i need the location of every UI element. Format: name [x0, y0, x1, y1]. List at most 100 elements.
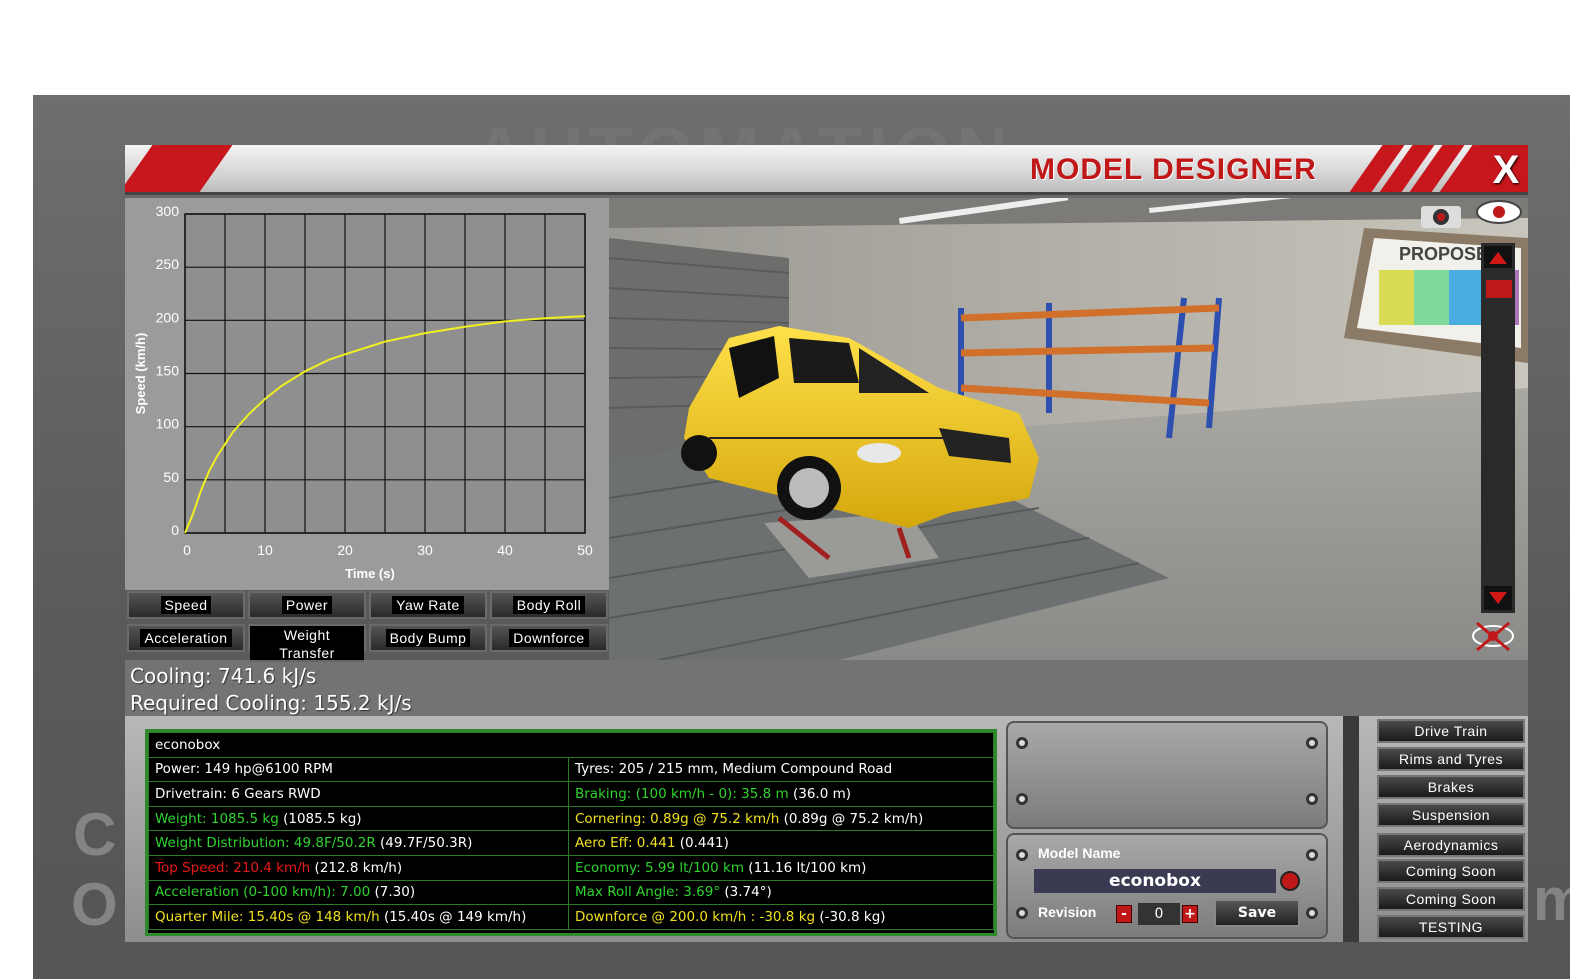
chart-button-power[interactable]: Power	[248, 591, 366, 619]
stat-cell-left: Weight: 1085.5 kg (1085.5 kg)	[148, 805, 569, 832]
background-letter-c: C	[73, 801, 117, 868]
stat-cell-left: Power: 149 hp@6100 RPM	[148, 756, 569, 783]
save-button[interactable]: Save	[1214, 899, 1300, 927]
required-cooling-value: Required Cooling: 155.2 kJ/s	[130, 691, 412, 715]
menu-coming-soon-button[interactable]: Coming Soon	[1377, 859, 1525, 883]
revision-decrement-button[interactable]: -	[1116, 905, 1132, 923]
menu-brakes-button[interactable]: Brakes	[1377, 775, 1525, 799]
chart-button-acceleration[interactable]: Acceleration	[127, 624, 245, 652]
menu-suspension-button[interactable]: Suspension	[1377, 803, 1525, 827]
stat-label: Braking: (100 km/h - 0): 35.8 m	[575, 785, 789, 802]
revision-increment-button[interactable]: +	[1182, 905, 1198, 923]
x-tick-label: 40	[497, 542, 513, 558]
stat-previous-value: (36.0 m)	[792, 785, 852, 802]
stat-cell-right: Braking: (100 km/h - 0): 35.8 m (36.0 m)	[568, 781, 994, 807]
stat-cell-left: Drivetrain: 6 Gears RWD	[148, 781, 569, 807]
background-letter-o: O	[71, 871, 118, 938]
bottom-panel: econobox Power: 149 hp@6100 RPM Tyres: 20…	[125, 716, 1528, 942]
camera-icon[interactable]	[1421, 206, 1461, 228]
background-letter-m: m	[1533, 866, 1570, 933]
model-designer-window: MODEL DESIGNER X PROPOSED 0 50 100 150 2…	[125, 145, 1528, 942]
stat-label: Downforce @ 200.0 km/h : -30.8 kg	[575, 908, 816, 925]
stat-label: Top Speed: 210.4 km/h	[155, 859, 311, 876]
chart-button-label: Body Roll	[512, 596, 586, 614]
chart-button-label: Weight Transfer	[250, 626, 364, 662]
stat-previous-value: (49.7F/50.3R)	[380, 835, 473, 852]
chart-button-label: Acceleration	[140, 629, 232, 647]
y-tick-label: 0	[171, 522, 179, 538]
model-info-panel: Model Name econobox Revision - 0 + Save	[1006, 721, 1336, 939]
window-title: MODEL DESIGNER	[1030, 153, 1317, 186]
chart-button-weight-transfer[interactable]: Weight Transfer	[248, 624, 366, 662]
stat-cell-left: Top Speed: 210.4 km/h (212.8 km/h)	[148, 854, 569, 881]
info-plate	[1006, 721, 1328, 829]
close-button[interactable]: X	[1487, 148, 1525, 192]
title-bar: MODEL DESIGNER X	[125, 145, 1528, 195]
component-menu: Drive Train Rims and Tyres Brakes Suspensio…	[1365, 716, 1528, 942]
stat-label: Acceleration (0-100 km/h): 7.00	[155, 884, 371, 901]
stat-cell-right: Tyres: 205 / 215 mm, Medium Compound Roa…	[568, 756, 994, 783]
y-tick-label: 250	[156, 256, 180, 272]
refresh-name-icon[interactable]	[1280, 871, 1300, 891]
menu-testing-button[interactable]: TESTING	[1377, 915, 1525, 939]
chart-button-label: Power	[281, 596, 333, 614]
model-name-plate: Model Name econobox Revision - 0 + Save	[1006, 833, 1328, 939]
stat-label: Weight Distribution: 49.8F/50.2R	[155, 835, 376, 852]
stats-model-name: econobox	[148, 732, 994, 758]
stat-previous-value: (7.30)	[374, 884, 416, 901]
stat-label: Weight: 1085.5 kg	[155, 810, 279, 827]
chart-button-label: Downforce	[509, 629, 589, 647]
menu-aerodynamics-button[interactable]: Aerodynamics	[1377, 833, 1525, 857]
y-tick-label: 200	[156, 309, 180, 325]
menu-rims-and-tyres-button[interactable]: Rims and Tyres	[1377, 747, 1525, 771]
garage-scene: PROPOSED	[609, 198, 1528, 660]
x-axis-label: Time (s)	[345, 566, 395, 581]
y-tick-label: 50	[163, 469, 179, 485]
stat-label: Drivetrain: 6 Gears RWD	[155, 785, 321, 802]
model-name-input[interactable]: econobox	[1034, 869, 1276, 893]
chart-button-body-roll[interactable]: Body Roll	[490, 591, 608, 619]
chart-button-downforce[interactable]: Downforce	[490, 624, 608, 652]
stat-previous-value: (0.441)	[679, 835, 729, 852]
stat-label: Cornering: 0.89g @ 75.2 km/h	[575, 810, 780, 827]
stat-label: Tyres: 205 / 215 mm, Medium Compound Roa…	[575, 761, 893, 778]
chart-button-label: Yaw Rate	[392, 596, 464, 614]
y-tick-label: 150	[156, 363, 180, 379]
scroll-down-icon[interactable]	[1484, 586, 1512, 610]
stat-previous-value: (11.16 lt/100 km)	[748, 859, 867, 876]
garage-viewport[interactable]: PROPOSED	[609, 198, 1528, 660]
chart-button-label: Speed	[160, 596, 212, 614]
cooling-value: Cooling: 741.6 kJ/s	[130, 664, 317, 688]
model-name-label: Model Name	[1038, 845, 1121, 861]
y-tick-label: 100	[156, 416, 180, 432]
stat-previous-value: (15.40s @ 149 km/h)	[383, 908, 527, 925]
chart-button-yaw-rate[interactable]: Yaw Rate	[369, 591, 487, 619]
stat-label: Aero Eff: 0.441	[575, 835, 676, 852]
y-tick-label: 300	[156, 203, 180, 219]
stat-cell-right: Economy: 5.99 lt/100 km (11.16 lt/100 km…	[568, 854, 994, 881]
scroll-up-icon[interactable]	[1484, 246, 1512, 268]
stat-cell-right: Max Roll Angle: 3.69° (3.74°)	[568, 879, 994, 906]
stat-cell-left: Acceleration (0-100 km/h): 7.00 (7.30)	[148, 879, 569, 906]
x-tick-label: 50	[577, 542, 593, 558]
scroll-thumb[interactable]	[1486, 280, 1512, 298]
stat-cell-left: Weight Distribution: 49.8F/50.2R (49.7F/…	[148, 830, 569, 856]
eye-icon[interactable]	[1476, 200, 1522, 224]
zoom-scrollbar[interactable]	[1481, 243, 1515, 613]
chart-button-body-bump[interactable]: Body Bump	[369, 624, 487, 652]
chart-button-speed[interactable]: Speed	[127, 591, 245, 619]
menu-drive-train-button[interactable]: Drive Train	[1377, 719, 1525, 743]
stat-cell-right: Cornering: 0.89g @ 75.2 km/h (0.89g @ 75…	[568, 805, 994, 832]
stat-label: Economy: 5.99 lt/100 km	[575, 859, 744, 876]
menu-coming-soon-button[interactable]: Coming Soon	[1377, 887, 1525, 911]
cooling-readout: Cooling: 741.6 kJ/s Required Cooling: 15…	[125, 660, 1528, 716]
x-tick-label: 0	[183, 542, 191, 558]
stat-label: Quarter Mile: 15.40s @ 148 km/h	[155, 908, 380, 925]
y-axis-label: Speed (km/h)	[133, 333, 148, 415]
stat-previous-value: (1085.5 kg)	[283, 810, 362, 827]
stat-cell-right: Aero Eff: 0.441 (0.441)	[568, 830, 994, 856]
revision-value: 0	[1138, 903, 1180, 925]
panel-divider	[1343, 716, 1359, 942]
performance-chart: 0 50 100 150 200 250 300 0 10 20 30 40 50 Time (s) Spe…	[125, 198, 609, 662]
stat-previous-value: (-30.8 kg)	[819, 908, 886, 925]
